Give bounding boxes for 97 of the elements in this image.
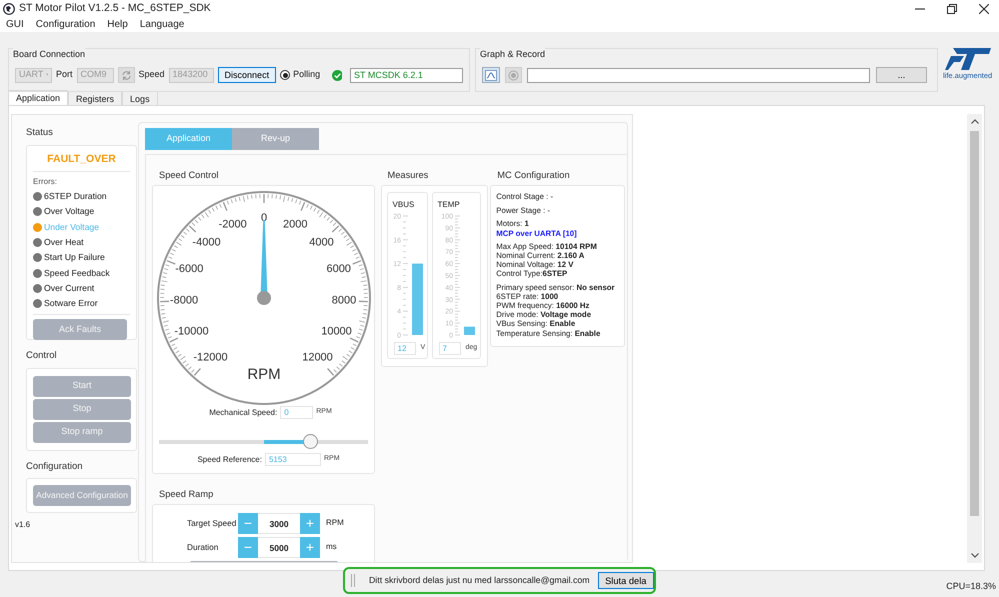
gauge-label: 2000 [283, 218, 308, 230]
window-title: ST Motor Pilot V1.2.5 - MC_6STEP_SDK [19, 0, 211, 16]
firmware-field[interactable]: ST MCSDK 6.2.1 [350, 68, 463, 82]
fault-state: FAULT_OVER [33, 152, 130, 172]
menu-item[interactable]: GUI [6, 17, 24, 32]
browse-button[interactable]: ... [876, 67, 927, 83]
field-label: Port [56, 68, 73, 82]
speed-select[interactable]: 1843200 [168, 68, 214, 82]
close-icon[interactable] [979, 4, 989, 14]
app-icon [3, 2, 15, 14]
gauge-label: 8000 [332, 294, 356, 307]
gauge-label: -12000 [193, 351, 228, 364]
menu-item[interactable]: Language [140, 17, 184, 32]
tab[interactable]: Logs [122, 91, 158, 105]
refresh-button[interactable] [118, 67, 135, 83]
logo-icon [944, 48, 991, 70]
interface-select[interactable]: UART [15, 68, 52, 82]
section-title: MC Configuration [496, 169, 571, 182]
value-field[interactable]: 5000 [258, 536, 300, 558]
error-label: Under Voltage [44, 220, 100, 234]
field-label: Target Speed [187, 516, 238, 530]
gauge-label: -6000 [175, 263, 204, 276]
field-label: Duration [187, 540, 220, 554]
gauge-label: 10000 [321, 326, 352, 338]
sharing-message: Ditt skrivbord delas just nu med larssoncalle@gmail.com [368, 574, 590, 587]
scroll-up-icon[interactable] [970, 119, 978, 124]
section-title: Control [26, 349, 58, 364]
scrollbar-thumb[interactable] [970, 131, 979, 516]
gauge-label: -8000 [170, 294, 198, 307]
meter-name: TEMP [436, 199, 461, 209]
unit-label: RPM [326, 517, 344, 529]
path-field[interactable] [527, 68, 870, 82]
tab[interactable]: Application [8, 90, 68, 105]
subtab[interactable]: Application [145, 128, 232, 150]
value-field[interactable]: 0 [280, 406, 314, 419]
gauge-label: -2000 [218, 218, 247, 230]
scrollbar[interactable] [967, 114, 982, 563]
error-label: Over Voltage [44, 205, 94, 218]
value-field[interactable]: 12 [394, 342, 416, 355]
gauge-label: 0 [260, 212, 268, 224]
version-label: v1.6 [15, 518, 32, 531]
error-label: Speed Feedback [44, 266, 110, 280]
gauge-label: 12000 [302, 351, 333, 364]
field-label: Speed Reference: [197, 454, 262, 466]
graph-button[interactable] [482, 67, 500, 83]
gauge-label: -4000 [192, 236, 221, 248]
gauge-unit: RPM [247, 366, 281, 383]
increment-button[interactable]: + [300, 536, 320, 558]
menu-item[interactable]: Help [107, 17, 128, 32]
slider-thumb[interactable] [302, 434, 318, 449]
section-title: Status [26, 126, 54, 140]
field-label: Speed [138, 68, 165, 82]
section-title: Configuration [26, 460, 84, 474]
record-button[interactable] [505, 67, 522, 83]
errors-label: Errors: [33, 176, 58, 188]
radio-label: Polling [293, 68, 320, 82]
disconnect-button[interactable]: Disconnect [218, 67, 276, 83]
unit-label: ms [326, 541, 337, 553]
restore-icon[interactable] [947, 4, 957, 14]
tab[interactable]: Registers [68, 91, 122, 105]
gauge-label: 4000 [309, 236, 334, 248]
menu-item[interactable]: Configuration [36, 17, 96, 32]
field-label: Mechanical Speed: [209, 406, 278, 418]
subtab[interactable]: Rev-up [232, 128, 319, 150]
decrement-button[interactable]: − [238, 512, 258, 534]
port-select[interactable]: COM9 [76, 68, 114, 82]
value-field[interactable]: 3000 [258, 512, 300, 534]
error-label: Over Current [44, 282, 94, 295]
ack-faults-button[interactable]: Ack Faults [33, 319, 127, 340]
error-label: Sotware Error [44, 297, 98, 310]
stop-sharing-button[interactable]: Sluta dela [598, 572, 654, 589]
radio-button[interactable] [280, 70, 290, 80]
gauge-label: -10000 [174, 326, 209, 338]
cpu-usage: CPU=18.3% [946, 580, 996, 592]
group-title: Graph & Record [480, 48, 546, 62]
section-title: Speed Ramp [158, 488, 214, 501]
graph-icon [485, 70, 497, 82]
decrement-button[interactable]: − [238, 536, 258, 558]
error-label: Over Heat [44, 236, 84, 250]
drag-handle-icon[interactable] [351, 574, 355, 587]
control-button[interactable]: Stop [33, 398, 131, 420]
section-title: Speed Control [158, 169, 220, 182]
record-icon [508, 70, 519, 82]
scroll-down-icon[interactable] [970, 553, 978, 558]
error-label: Start Up Failure [44, 251, 105, 264]
meter-name: VBUS [392, 199, 416, 209]
check-circle-icon [332, 70, 342, 80]
control-button[interactable]: Stop ramp [33, 422, 131, 442]
increment-button[interactable]: + [300, 512, 320, 534]
control-button[interactable]: Start [33, 376, 131, 396]
advanced-configuration-button[interactable]: Advanced Configuration [33, 484, 131, 506]
gauge-label: 6000 [326, 263, 351, 276]
section-title: Measures [386, 169, 430, 182]
error-label: 6STEP Duration [44, 190, 107, 204]
value-field[interactable]: 5153 [264, 453, 321, 466]
refresh-icon [120, 70, 132, 82]
value-field[interactable]: 7 [438, 342, 461, 355]
